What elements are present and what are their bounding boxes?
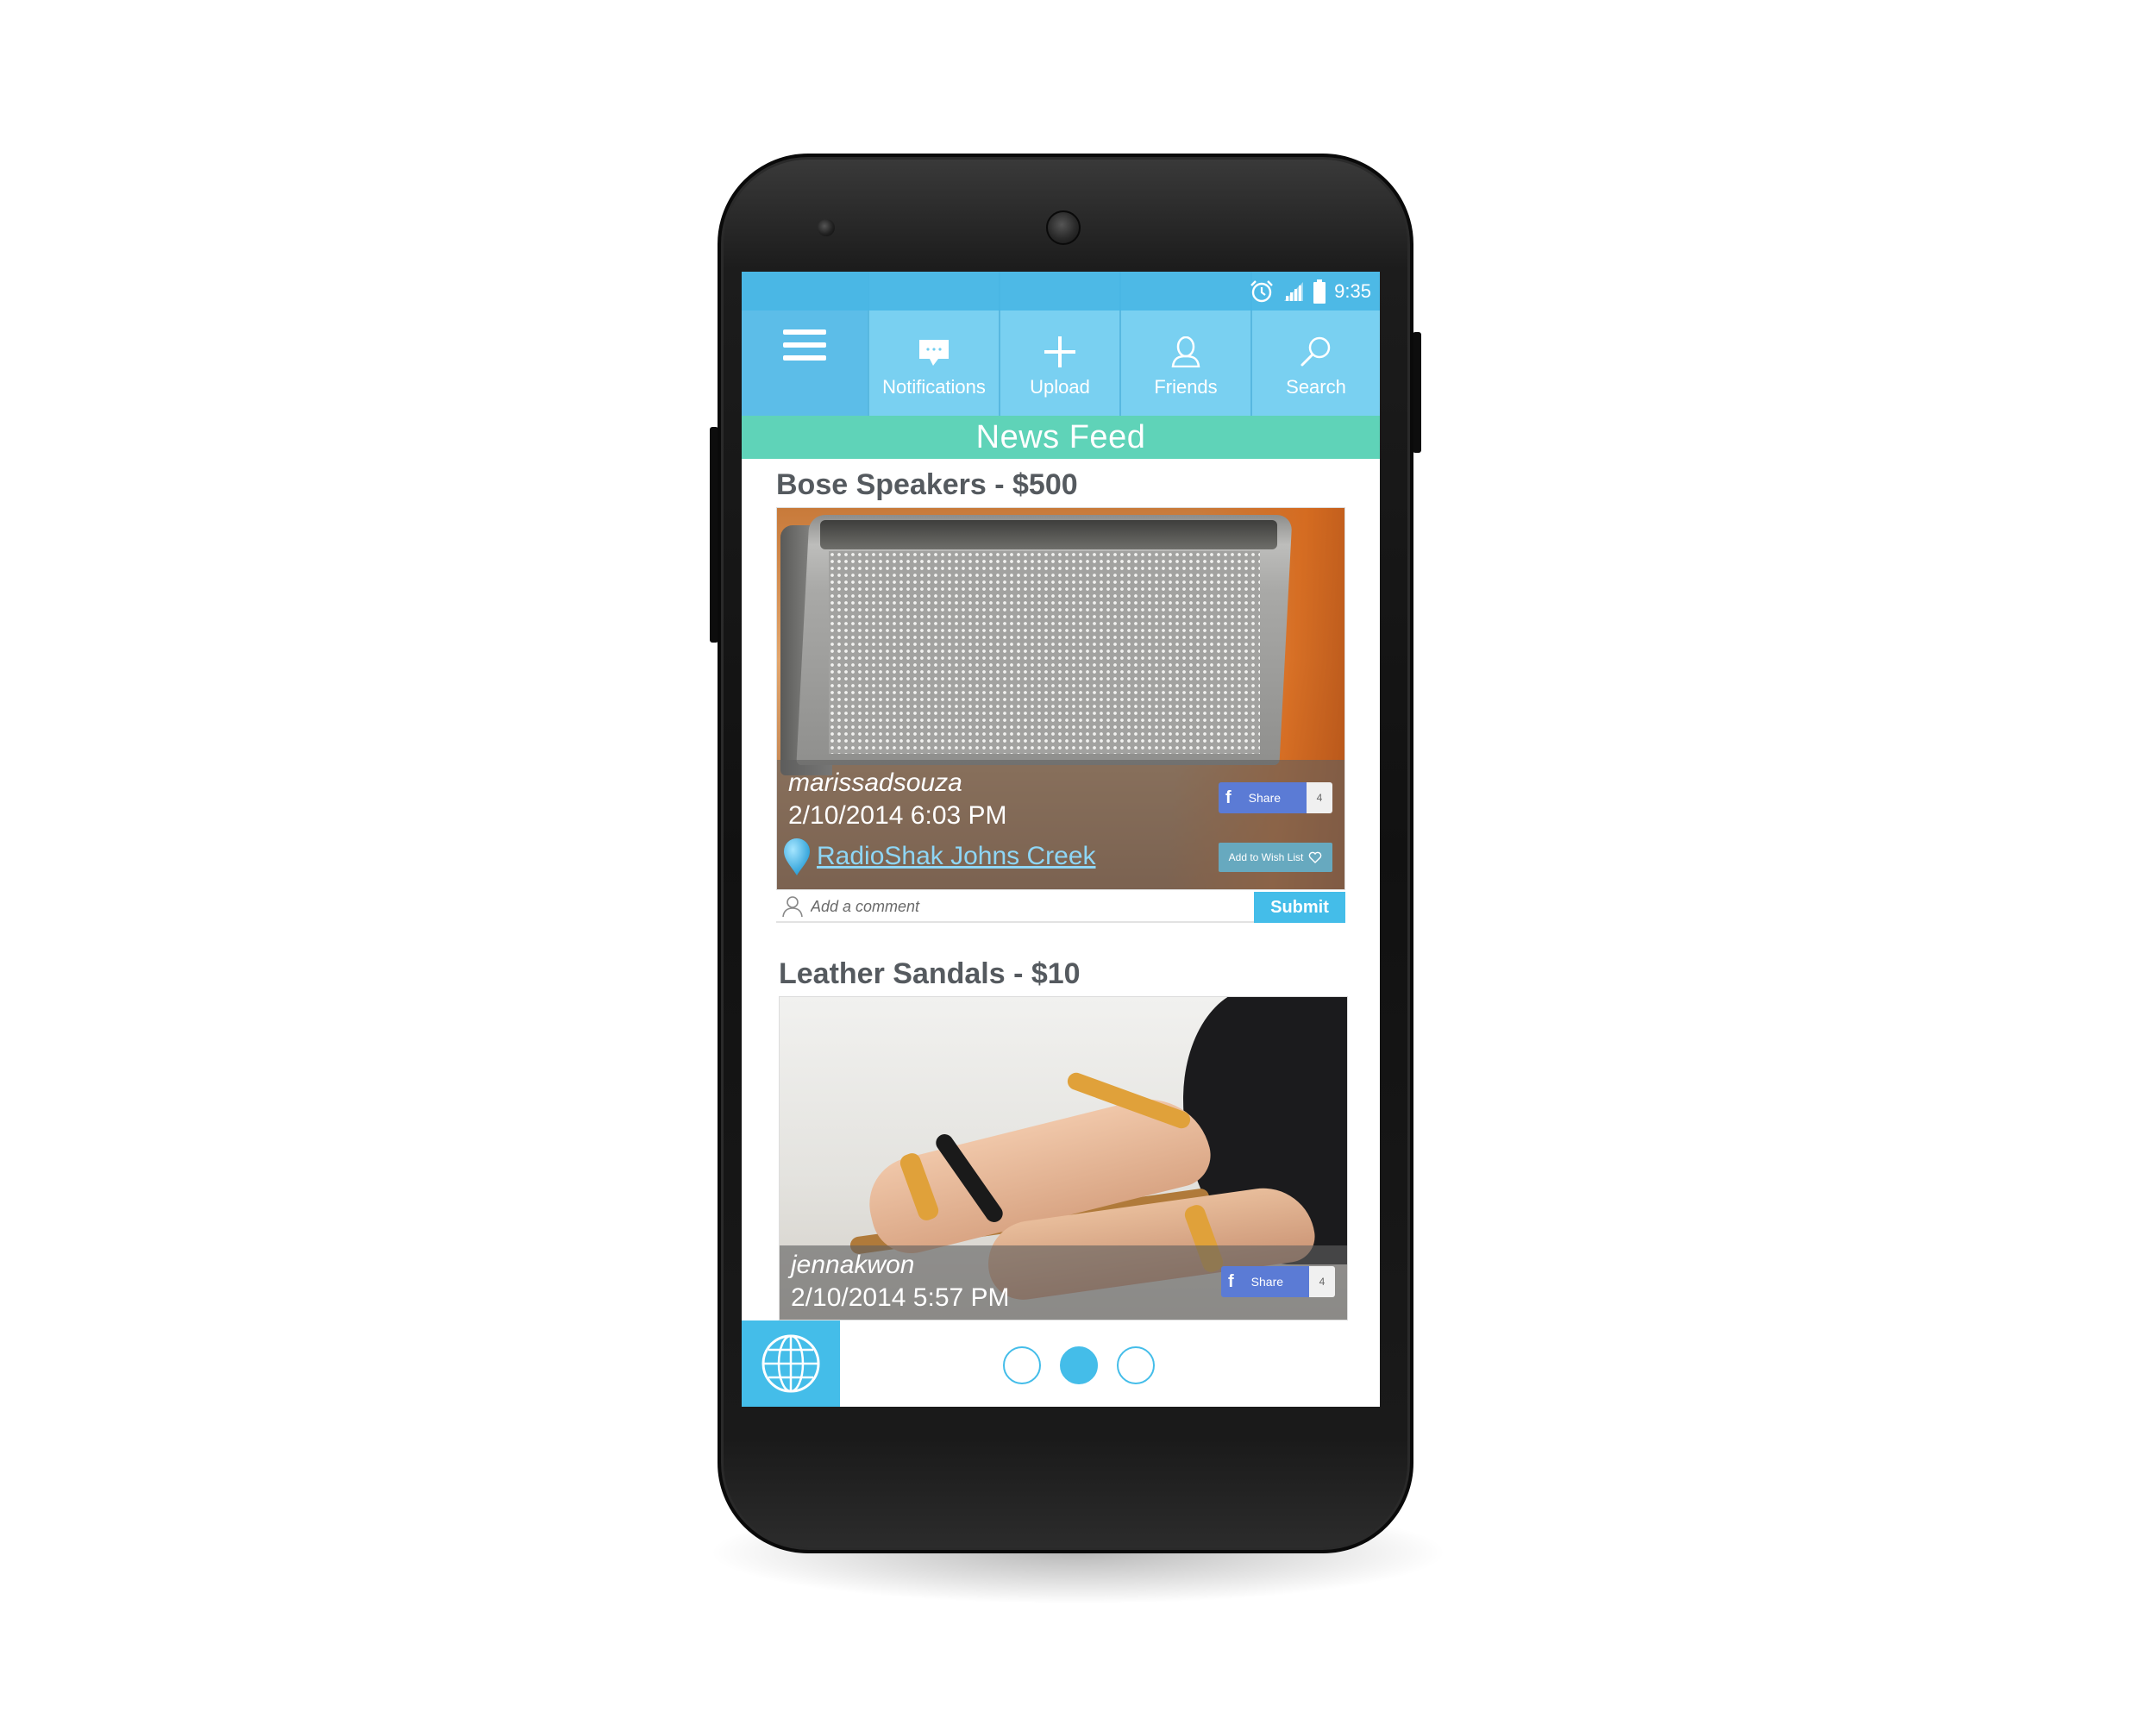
power-button (1413, 332, 1421, 453)
status-time: 9:35 (1334, 279, 1371, 302)
person-icon (1171, 336, 1200, 367)
earpiece-speaker (1046, 210, 1081, 245)
nav-search-label: Search (1286, 376, 1346, 398)
chat-bubble-icon (919, 340, 949, 366)
add-to-wish-list-button[interactable]: Add to Wish List (1219, 843, 1332, 872)
facebook-icon: f (1225, 787, 1232, 807)
post-username[interactable]: marissadsouza (788, 768, 962, 798)
globe-button[interactable] (742, 1320, 840, 1407)
post-username[interactable]: jennakwon (791, 1251, 914, 1280)
share-label: Share (1248, 791, 1282, 805)
hamburger-menu-icon (783, 329, 826, 361)
post-date: 2/10/2014 5:57 PM (791, 1283, 1010, 1312)
globe-icon (761, 1334, 820, 1393)
page-dot-active[interactable] (1060, 1346, 1098, 1384)
speaker-top (820, 520, 1277, 549)
facebook-share-button[interactable]: f Share 4 (1219, 782, 1332, 813)
signal-icon (1284, 281, 1304, 301)
speaker-grill (829, 551, 1260, 754)
facebook-share-button[interactable]: f Share 4 (1221, 1266, 1335, 1297)
nav-friends-label: Friends (1154, 376, 1218, 398)
post-image[interactable]: jennakwon 2/10/2014 5:57 PM f Share 4 (779, 996, 1348, 1320)
page-indicator (1003, 1346, 1155, 1384)
facebook-icon: f (1228, 1271, 1234, 1291)
magnifier-icon (1300, 336, 1331, 367)
map-pin-icon (784, 838, 810, 875)
heart-icon (1309, 851, 1322, 863)
post-location-link[interactable]: RadioShak Johns Creek (817, 842, 1096, 871)
share-count: 4 (1307, 782, 1332, 813)
section-title: News Feed (742, 416, 1380, 459)
post-title: Bose Speakers - $500 (776, 468, 1078, 501)
plus-icon (1044, 336, 1075, 367)
battery-icon (1313, 279, 1326, 304)
post-info-overlay: marissadsouza 2/10/2014 6:03 PM RadioSha… (777, 760, 1344, 889)
wish-list-label: Add to Wish List (1228, 851, 1304, 863)
comment-field (776, 892, 1254, 923)
nav-notifications-label: Notifications (882, 376, 986, 398)
post-image[interactable]: marissadsouza 2/10/2014 6:03 PM RadioSha… (776, 507, 1345, 890)
comment-input[interactable] (811, 897, 1190, 916)
alarm-icon (1250, 279, 1274, 302)
front-camera (818, 219, 835, 236)
comment-row: Submit (776, 892, 1345, 923)
post-location[interactable]: RadioShak Johns Creek (782, 837, 1096, 875)
status-bar: 9:35 (742, 272, 1380, 310)
post-title: Leather Sandals - $10 (779, 957, 1081, 990)
bottom-bar (742, 1320, 1380, 1407)
phone-screen: Notifications Upload Friends Search 9:35… (742, 272, 1380, 1407)
post-info-overlay: jennakwon 2/10/2014 5:57 PM f Share 4 (780, 1245, 1347, 1320)
page-dot[interactable] (1117, 1346, 1155, 1384)
share-label: Share (1250, 1275, 1284, 1289)
post-date: 2/10/2014 6:03 PM (788, 801, 1007, 830)
page-dot[interactable] (1003, 1346, 1041, 1384)
submit-button[interactable]: Submit (1254, 892, 1345, 923)
share-count: 4 (1309, 1266, 1335, 1297)
nav-upload-label: Upload (1030, 376, 1090, 398)
user-icon (782, 896, 803, 918)
